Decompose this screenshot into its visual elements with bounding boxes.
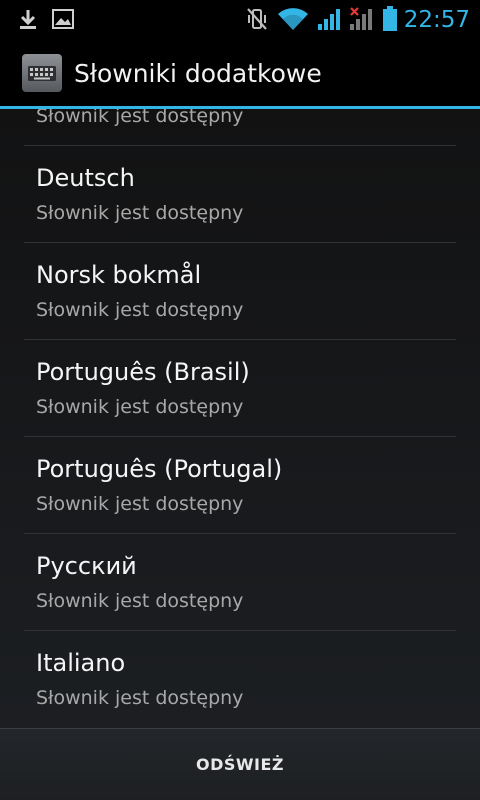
refresh-button[interactable]: ODŚWIEŻ <box>0 729 480 800</box>
action-bar: Słowniki dodatkowe <box>0 38 480 106</box>
keyboard-icon <box>22 54 62 92</box>
wifi-icon <box>276 0 310 38</box>
image-icon <box>50 0 76 38</box>
signal-no-service-icon <box>348 0 376 38</box>
dictionary-status: Słownik jest dostępny <box>36 687 244 709</box>
dictionary-list[interactable]: Słownik jest dostępny Deutsch Słownik je… <box>0 109 480 728</box>
status-time: 22:57 <box>403 7 470 33</box>
dictionary-name: Português (Brasil) <box>36 358 250 386</box>
dictionary-name: Italiano <box>36 649 126 677</box>
dictionary-status: Słownik jest dostępny <box>36 590 244 612</box>
button-bar: ODŚWIEŻ <box>0 728 480 800</box>
dictionary-status: Słownik jest dostępny <box>36 109 244 127</box>
dictionary-name: Norsk bokmål <box>36 261 202 289</box>
dictionary-status: Słownik jest dostępny <box>36 396 244 418</box>
list-item[interactable]: Português (Brasil) Słownik jest dostępny <box>0 340 480 437</box>
dictionary-status: Słownik jest dostępny <box>36 493 244 515</box>
status-bar: 22:57 <box>0 0 480 38</box>
dictionary-name: Português (Portugal) <box>36 455 283 483</box>
screen: 22:57 Słowniki dodatkowe Słownik jest do… <box>0 0 480 800</box>
list-item[interactable]: Słownik jest dostępny <box>0 109 480 146</box>
signal-icon <box>316 0 344 38</box>
list-item[interactable]: Italiano Słownik jest dostępny <box>0 631 480 728</box>
vibrate-muted-icon <box>244 0 270 38</box>
battery-icon <box>380 0 400 38</box>
list-item[interactable]: Norsk bokmål Słownik jest dostępny <box>0 243 480 340</box>
dictionary-name: Русский <box>36 552 137 580</box>
list-item[interactable]: Português (Portugal) Słownik jest dostęp… <box>0 437 480 534</box>
dictionary-status: Słownik jest dostępny <box>36 299 244 321</box>
download-icon <box>14 0 42 38</box>
list-item[interactable]: Русский Słownik jest dostępny <box>0 534 480 631</box>
page-title: Słowniki dodatkowe <box>74 59 322 88</box>
list-item[interactable]: Deutsch Słownik jest dostępny <box>0 146 480 243</box>
dictionary-status: Słownik jest dostępny <box>36 202 244 224</box>
dictionary-name: Deutsch <box>36 164 135 192</box>
